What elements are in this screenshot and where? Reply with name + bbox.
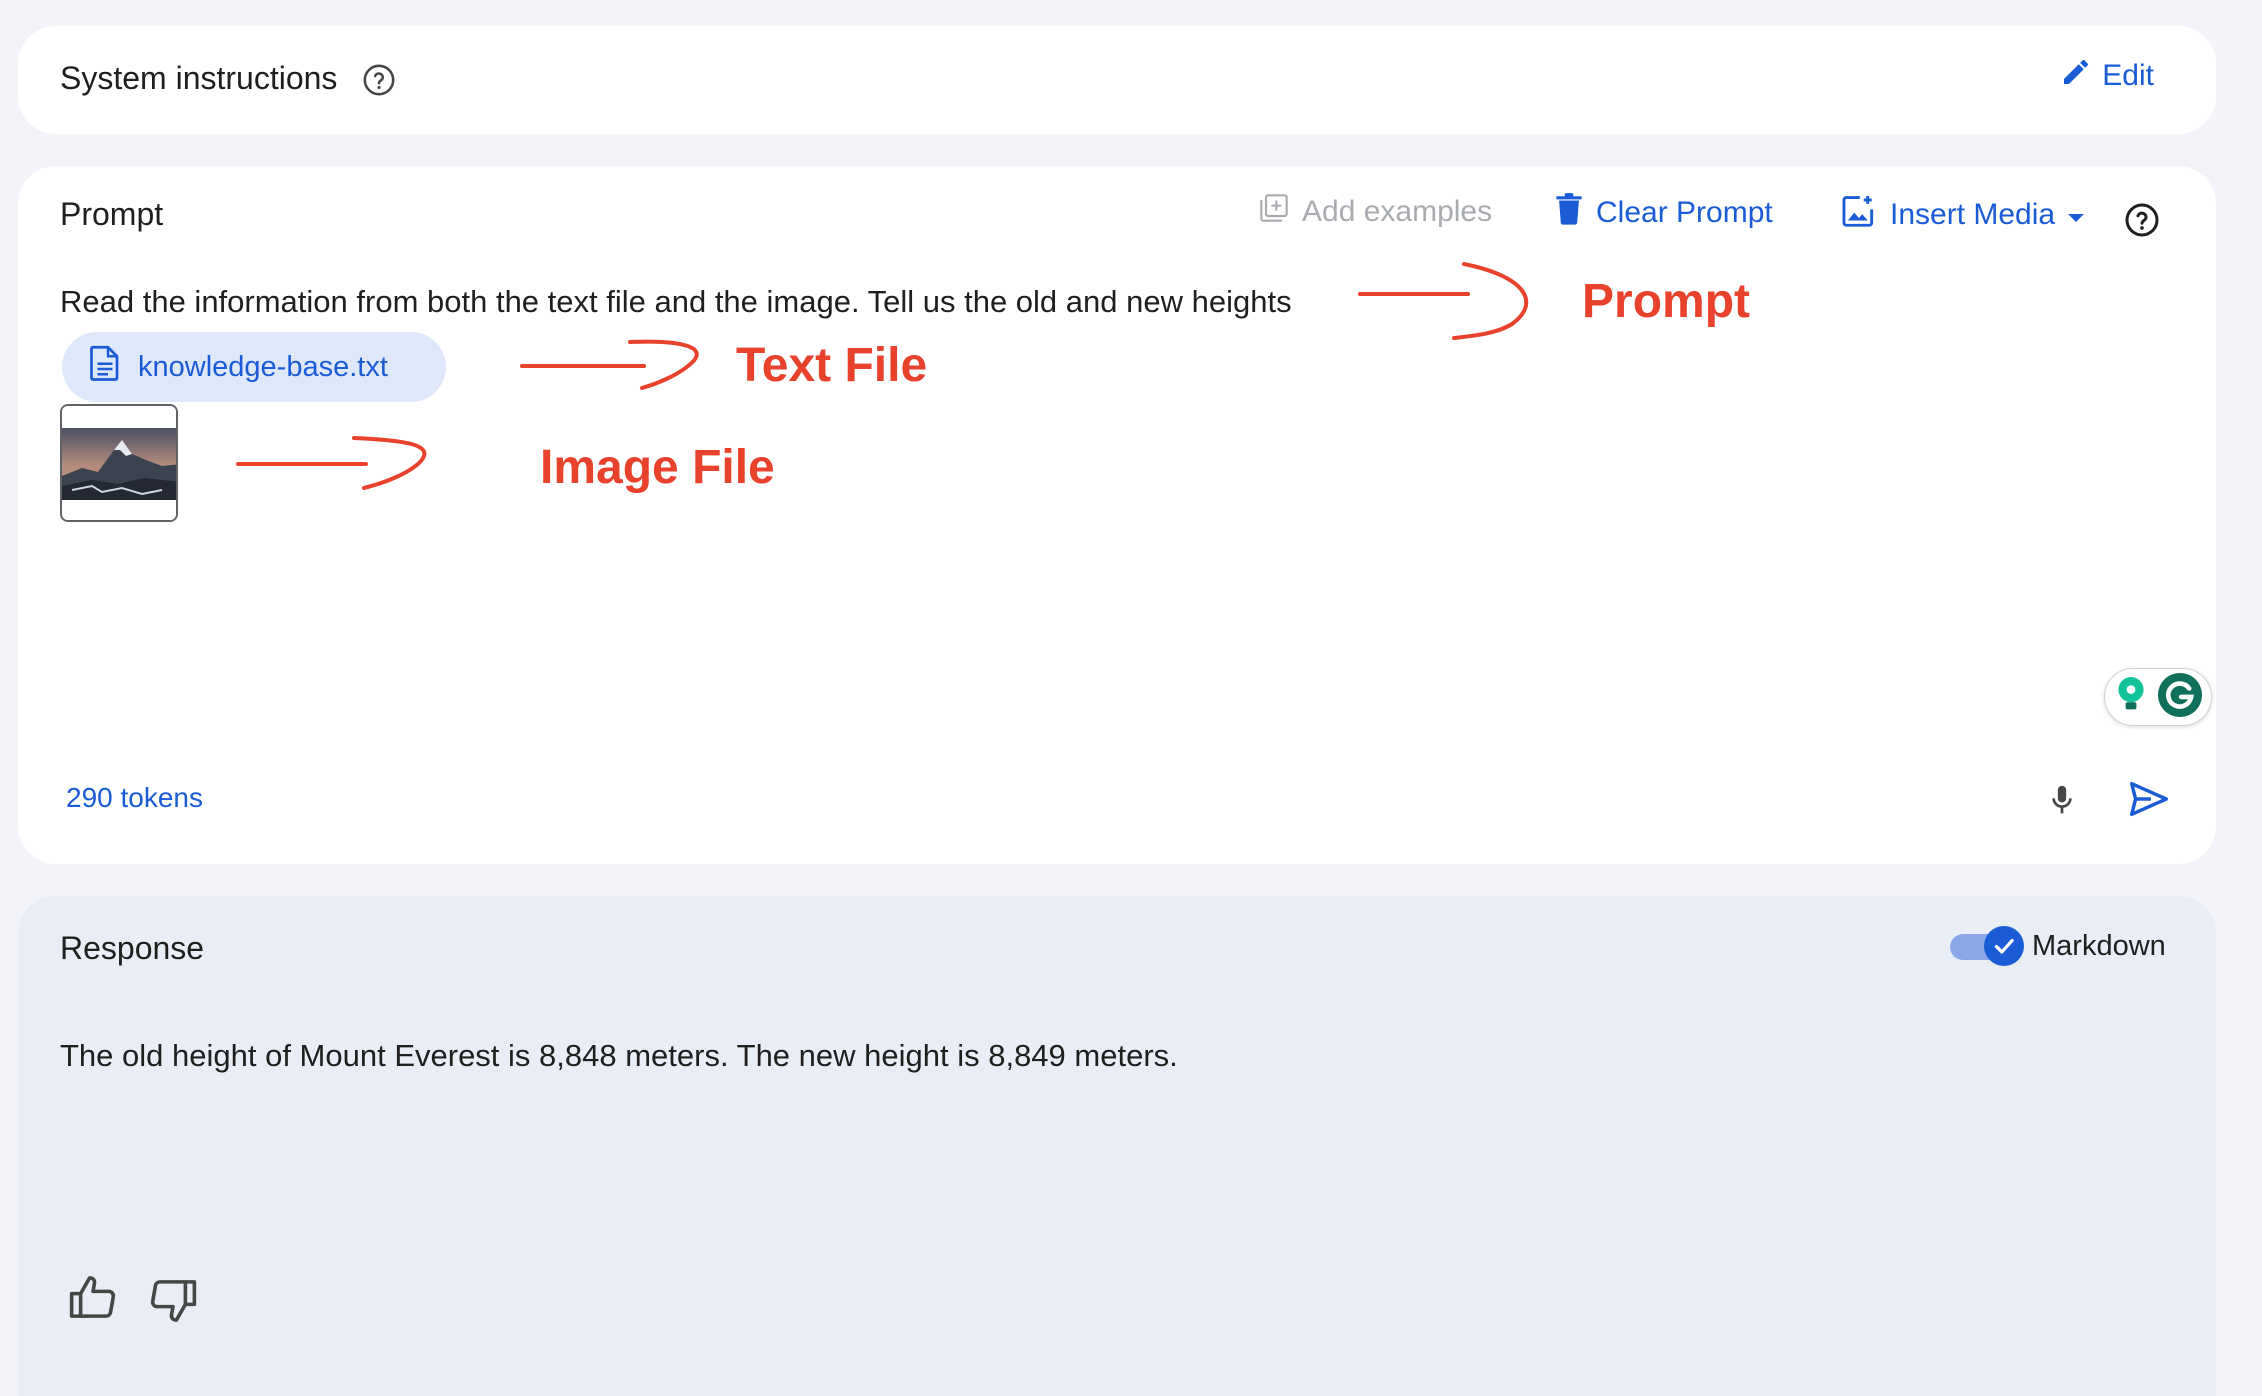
response-text: The old height of Mount Everest is 8,848… [60, 1038, 1178, 1073]
prompt-annotation-label: Prompt [1582, 275, 1750, 328]
insert-media-label: Insert Media [1890, 198, 2056, 231]
prompt-annotation-arrow-icon [1358, 262, 1529, 340]
checkmark-icon [1984, 926, 2024, 966]
toggle-switch[interactable] [1950, 926, 2024, 966]
send-icon[interactable] [2126, 776, 2172, 822]
image-file-annotation-label: Image File [540, 441, 775, 494]
pencil-icon [2060, 56, 2092, 96]
add-photo-icon [1840, 192, 1878, 238]
prompt-card: Prompt Add examples Clear Prompt Insert … [18, 166, 2216, 864]
insert-media-button[interactable]: Insert Media [1840, 192, 2085, 238]
token-count: 290 tokens [66, 782, 203, 813]
clear-prompt-button[interactable]: Clear Prompt [1554, 192, 1773, 234]
add-examples-button[interactable]: Add examples [1258, 192, 1492, 232]
add-examples-label: Add examples [1302, 195, 1493, 228]
caret-down-icon [2067, 198, 2085, 232]
help-circle-icon[interactable] [362, 63, 396, 97]
thumbs-down-icon[interactable] [146, 1274, 200, 1328]
system-instructions-title: System instructions [60, 60, 338, 96]
markdown-toggle[interactable]: Markdown [1950, 926, 2166, 966]
microphone-icon[interactable] [2042, 780, 2082, 820]
grammarly-widget[interactable] [2104, 668, 2212, 726]
clear-prompt-label: Clear Prompt [1596, 196, 1773, 229]
edit-button-label: Edit [2102, 59, 2154, 92]
system-instructions-card: System instructions Edit [18, 26, 2216, 134]
markdown-label: Markdown [2032, 929, 2166, 962]
thumbs-up-icon[interactable] [66, 1270, 120, 1324]
document-icon [90, 345, 120, 389]
add-box-icon [1258, 192, 1290, 232]
text-file-annotation-arrow-icon [520, 339, 699, 390]
attached-file-chip[interactable]: knowledge-base.txt [62, 332, 446, 402]
trash-icon [1554, 192, 1584, 234]
attached-file-name: knowledge-base.txt [138, 350, 388, 383]
lightbulb-icon [2113, 675, 2149, 720]
attached-image-thumbnail[interactable] [60, 404, 178, 522]
prompt-input-text[interactable]: Read the information from both the text … [60, 284, 1292, 320]
response-card: Response Markdown The old height of Moun… [18, 896, 2216, 1396]
prompt-help-circle-icon[interactable] [2124, 202, 2160, 238]
prompt-title: Prompt [60, 196, 164, 232]
image-file-annotation-arrow-icon [236, 436, 427, 490]
grammarly-g-icon [2157, 672, 2203, 723]
response-title: Response [60, 930, 205, 966]
text-file-annotation-label: Text File [736, 339, 928, 392]
edit-button[interactable]: Edit [2060, 56, 2154, 96]
